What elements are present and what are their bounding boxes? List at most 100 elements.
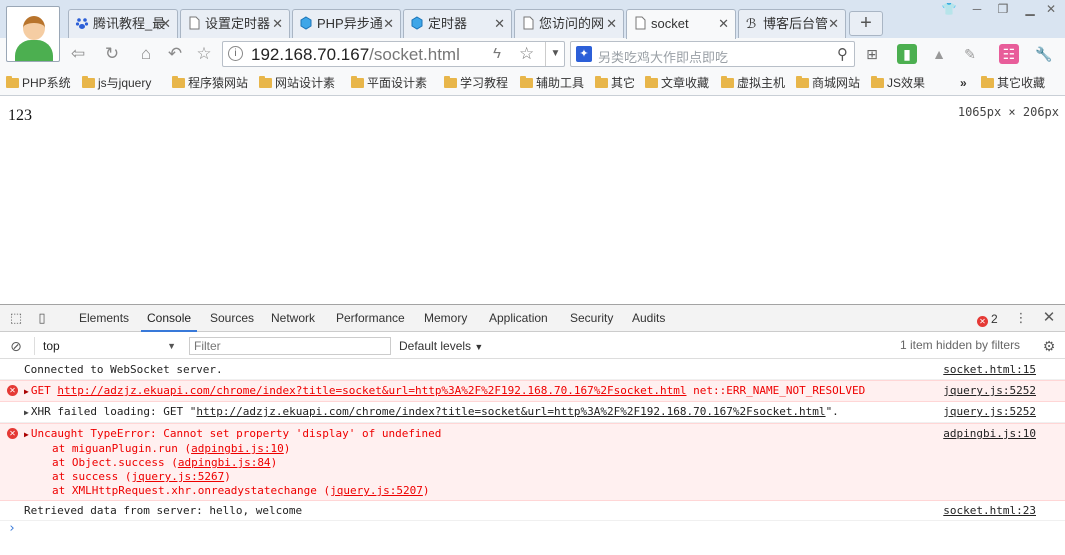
bookmark-folder[interactable]: 文章收藏	[645, 74, 709, 92]
tab-6[interactable]: ℬ 博客后台管 ✕	[738, 9, 846, 38]
tab-console[interactable]: Console	[141, 305, 198, 332]
stack-link[interactable]: jquery.js:5267	[131, 470, 224, 483]
stack-link[interactable]: adpingbi.js:10	[191, 442, 284, 455]
bookmark-star-icon[interactable]: ☆	[519, 44, 534, 64]
expand-triangle-icon[interactable]: ▶	[24, 387, 29, 396]
lightning-icon[interactable]: ϟ	[493, 45, 501, 62]
bookmark-folder[interactable]: 平面设计素	[351, 74, 427, 92]
paw-icon	[75, 18, 89, 29]
tab-2[interactable]: PHP异步通 ✕	[292, 9, 401, 38]
source-link[interactable]: socket.html:15	[943, 363, 1036, 377]
close-icon[interactable]: ✕	[160, 16, 171, 31]
error-counter[interactable]: ✕ 2	[977, 312, 998, 327]
navigation-bar: ⇦ ↻ ⌂ ↶ ☆ i 192.168.70.167/socket.html ϟ…	[0, 38, 1065, 70]
search-box[interactable]: ✦ 另类吃鸡大作即点即吃 ⚲	[570, 41, 855, 67]
puzzle-icon[interactable]: ▲	[929, 44, 949, 64]
log-levels-dropdown[interactable]: Default levels ▼	[399, 337, 483, 356]
bookmark-folder[interactable]: 虚拟主机	[721, 74, 785, 92]
console-filter-bar: ⊘ top▼ Default levels ▼ 1 item hidden by…	[0, 333, 1065, 359]
reload-icon[interactable]: ↻	[101, 43, 123, 65]
console-message: Connected to WebSocket server. socket.ht…	[0, 360, 1065, 380]
bookmark-folder[interactable]: PHP系统	[6, 74, 71, 92]
inspect-element-icon[interactable]: ⬚	[8, 310, 24, 326]
tab-audits[interactable]: Audits	[626, 305, 671, 332]
more-bookmarks-button[interactable]: »	[960, 74, 967, 92]
context-selector[interactable]: top ▼	[34, 337, 180, 355]
stack-frame: at XMLHttpRequest.xhr.onreadystatechange…	[52, 484, 430, 497]
info-icon[interactable]: i	[228, 46, 243, 61]
favorite-icon[interactable]: ☆	[193, 43, 215, 65]
bookmark-folder[interactable]: 辅助工具	[520, 74, 584, 92]
tab-0[interactable]: 腾讯教程_最 ✕	[68, 9, 178, 38]
other-bookmarks-folder[interactable]: 其它收藏	[981, 74, 1045, 92]
expand-triangle-icon[interactable]: ▶	[24, 430, 29, 439]
filter-input[interactable]	[189, 337, 391, 355]
user-avatar[interactable]	[6, 6, 60, 62]
bookmark-folder[interactable]: 网站设计素	[259, 74, 335, 92]
clear-console-icon[interactable]: ⊘	[8, 338, 24, 354]
url-text[interactable]: 192.168.70.167/socket.html	[251, 45, 460, 65]
source-link[interactable]: socket.html:23	[943, 504, 1036, 518]
search-icon[interactable]: ⚲	[837, 45, 848, 63]
folder-icon	[259, 76, 272, 88]
tab-network[interactable]: Network	[265, 305, 321, 332]
tab-memory[interactable]: Memory	[418, 305, 473, 332]
console-prompt[interactable]: ›	[0, 521, 1065, 539]
pin-icon[interactable]: ✎	[960, 44, 980, 64]
grid-icon[interactable]: ⊞	[862, 44, 882, 64]
close-icon[interactable]: ✕	[1041, 310, 1057, 326]
bookmark-folder[interactable]: js与jquery	[82, 74, 151, 92]
expand-triangle-icon[interactable]: ▶	[24, 408, 29, 417]
stack-link[interactable]: jquery.js:5207	[330, 484, 423, 497]
minimize-icon[interactable]: ─	[966, 1, 988, 17]
chevron-down-icon[interactable]: ▼	[545, 42, 565, 66]
device-toolbar-icon[interactable]: ▯	[34, 310, 50, 326]
tab-sources[interactable]: Sources	[204, 305, 260, 332]
source-link[interactable]: jquery.js:5252	[943, 384, 1036, 398]
close-icon[interactable]: ✕	[494, 16, 505, 31]
more-options-icon[interactable]: ⋮	[1013, 310, 1029, 326]
bookmark-folder[interactable]: 学习教程	[444, 74, 508, 92]
close-window-icon[interactable]: ✕	[1040, 1, 1062, 17]
gear-icon[interactable]: ⚙	[1041, 338, 1057, 354]
source-link[interactable]: jquery.js:5252	[943, 405, 1036, 419]
close-icon[interactable]: ✕	[828, 16, 839, 31]
bookmark-folder[interactable]: 其它	[595, 74, 635, 92]
request-url-link[interactable]: http://adzjz.ekuapi.com/chrome/index?tit…	[196, 405, 825, 418]
tab-1[interactable]: 设置定时器 ✕	[180, 9, 290, 38]
tab-application[interactable]: Application	[483, 305, 554, 332]
folder-icon	[796, 76, 809, 88]
address-bar[interactable]: i 192.168.70.167/socket.html ϟ ☆ ▼	[222, 41, 565, 67]
restore-icon[interactable]: ❐	[992, 1, 1014, 17]
minimize-window-icon[interactable]: ▁	[1019, 1, 1041, 17]
tab-elements[interactable]: Elements	[73, 305, 135, 332]
request-url-link[interactable]: http://adzjz.ekuapi.com/chrome/index?tit…	[57, 384, 686, 397]
tab-3[interactable]: 定时器 ✕	[403, 9, 512, 38]
stack-link[interactable]: adpingbi.js:84	[178, 456, 271, 469]
tab-security[interactable]: Security	[564, 305, 619, 332]
folder-icon	[645, 76, 658, 88]
close-icon[interactable]: ✕	[606, 16, 617, 31]
devtools-panel: ⬚ ▯ Elements Console Sources Network Per…	[0, 304, 1065, 555]
shirt-icon[interactable]: 👕	[938, 1, 960, 17]
close-icon[interactable]: ✕	[383, 16, 394, 31]
bookmarks-bar: PHP系统 js与jquery 程序猿网站 网站设计素 平面设计素 学习教程 辅…	[0, 70, 1065, 96]
bookmark-folder[interactable]: 商城网站	[796, 74, 860, 92]
close-icon[interactable]: ✕	[272, 16, 283, 31]
back-icon[interactable]: ⇦	[67, 43, 89, 65]
gem-icon	[300, 16, 312, 30]
close-icon[interactable]: ✕	[718, 16, 729, 31]
home-icon[interactable]: ⌂	[135, 43, 157, 65]
undo-icon[interactable]: ↶	[164, 43, 186, 65]
tab-performance[interactable]: Performance	[330, 305, 411, 332]
battery-icon[interactable]: ▮	[897, 44, 917, 64]
chevron-down-icon: ▼	[167, 341, 176, 351]
source-link[interactable]: adpingbi.js:10	[943, 427, 1036, 441]
tab-4[interactable]: 您访问的网 ✕	[514, 9, 624, 38]
tab-5[interactable]: socket ✕	[626, 9, 736, 39]
wrench-icon[interactable]: 🔧	[1034, 44, 1054, 64]
bookmark-folder[interactable]: JS效果	[871, 74, 925, 92]
bookmark-folder[interactable]: 程序猿网站	[172, 74, 248, 92]
new-tab-button[interactable]: +	[849, 11, 883, 36]
addon-icon[interactable]: ☷	[999, 44, 1019, 64]
